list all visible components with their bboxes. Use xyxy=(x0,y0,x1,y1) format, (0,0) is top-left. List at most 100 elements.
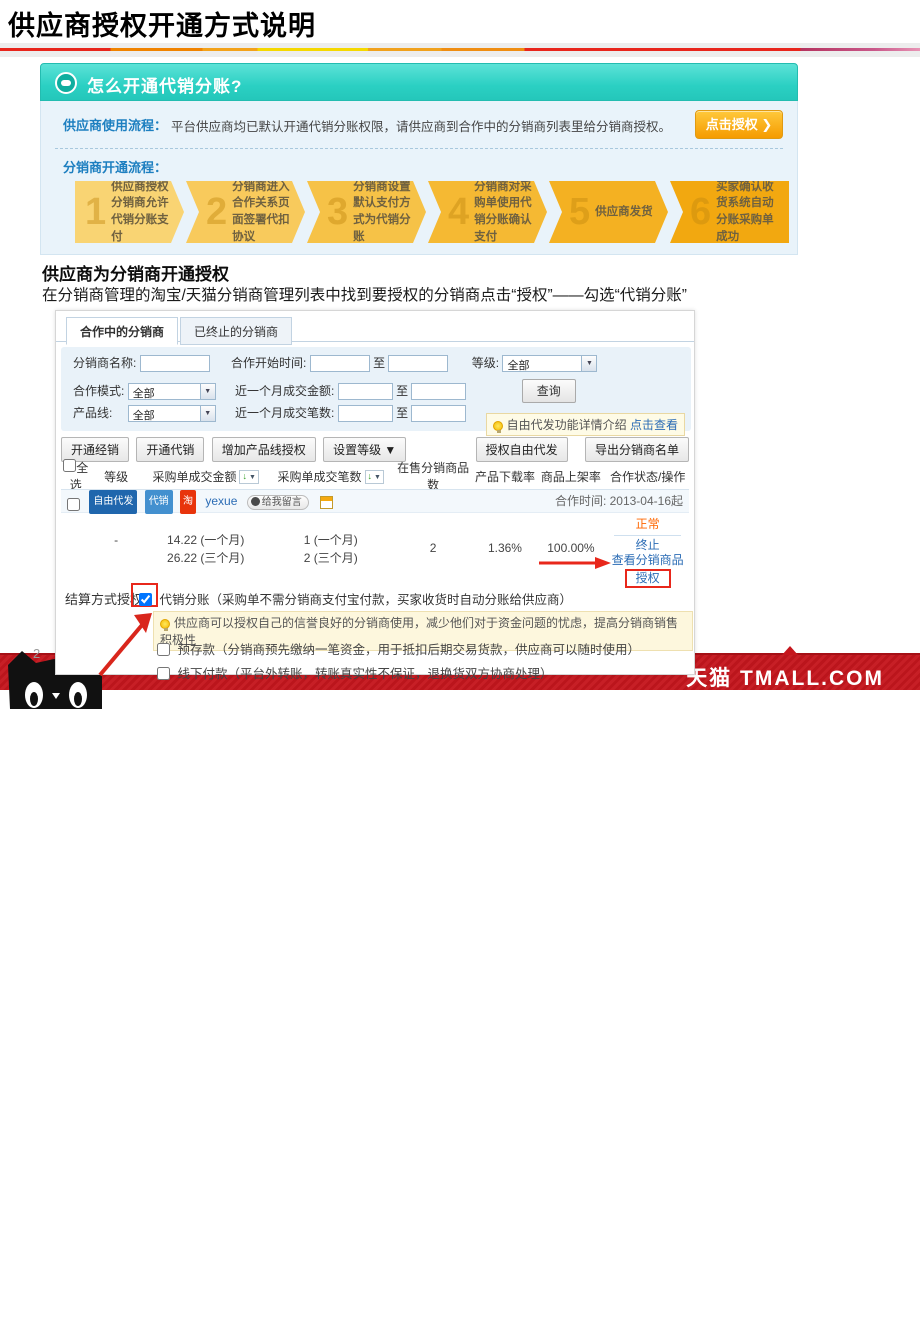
red-arrow-to-checkbox xyxy=(90,611,160,679)
month-count-from-input[interactable] xyxy=(338,405,393,422)
month-amount-label: 近一个月成交金额: xyxy=(235,384,334,398)
tmall-wordmark: 天猫 TMALL.COM xyxy=(686,662,884,692)
month-count-label: 近一个月成交笔数: xyxy=(235,406,334,420)
step-text: 供应商授权分销商允许代销分账支付 xyxy=(111,179,178,246)
cell-status-actions: 正常 终止 查看分销商品 授权 xyxy=(606,513,689,579)
slide-page-number: 2 xyxy=(33,646,40,661)
distributor-flow-label: 分销商开通流程： xyxy=(63,157,167,176)
title-divider xyxy=(0,43,920,57)
coop-start-label: 合作开始时间: xyxy=(231,356,306,370)
row-checkbox[interactable] xyxy=(67,498,80,511)
section-heading: 供应商为分销商开通授权 xyxy=(42,260,229,285)
help-banner: 怎么开通代销分账? xyxy=(40,63,798,101)
sort-count-control[interactable]: ↓▼ xyxy=(365,470,384,484)
tip-text: 自由代发功能详情介绍 xyxy=(507,418,627,432)
footer-notch xyxy=(782,646,798,655)
cell-count: 1 (一个月)2 (三个月) xyxy=(270,513,392,579)
stop-link[interactable]: 终止 xyxy=(606,538,689,553)
step-text: 买家确认收货系统自动分账采购单成功 xyxy=(716,179,783,246)
authorize-free-delivery-button[interactable]: 授权自由代发 xyxy=(476,437,568,462)
option-offline: 线下付款（平台外转账，转账真实性不保证，退换货双方协商处理） xyxy=(157,663,553,682)
table-header: 全选 等级 采购单成交金额↓▼ 采购单成交笔数↓▼ 在售分销商品数 产品下载率 … xyxy=(61,467,689,485)
coop-time-text: 合作时间: 2013-04-16起 xyxy=(555,490,683,512)
cell-amount: 14.22 (一个月)26.22 (三个月) xyxy=(142,513,270,579)
chat-bubble-icon xyxy=(55,72,77,94)
badge-taobao: 淘 xyxy=(180,490,196,514)
process-steps: 1供应商授权分销商允许代销分账支付 2分销商进入合作关系页面签署代扣协议 3分销… xyxy=(75,181,789,243)
header-count: 采购单成交笔数↓▼ xyxy=(270,468,392,485)
header-amount: 采购单成交金额↓▼ xyxy=(142,468,270,485)
coop-mode-select[interactable]: 全部▼ xyxy=(128,383,216,400)
step-2: 2分销商进入合作关系页面签署代扣协议 xyxy=(186,181,305,243)
badge-daixiao: 代销 xyxy=(145,490,173,514)
dashed-divider xyxy=(55,148,783,149)
export-distributor-list-button[interactable]: 导出分销商名单 xyxy=(585,437,689,462)
fenzhang-label: 代销分账（采购单不需分销商支付宝付款，买家收货时自动分账给供应商） xyxy=(159,593,572,607)
search-filter-panel: 分销商名称: 合作开始时间: 至 等级: 全部▼ 合作模式: 全部▼ 近一个月成… xyxy=(61,347,691,431)
tip-view-link[interactable]: 点击查看 xyxy=(630,418,678,432)
level-label: 等级: xyxy=(472,356,499,370)
bulb-icon xyxy=(160,619,170,629)
supplier-flow-text: 平台供应商均已默认开通代销分账权限，请供应商到合作中的分销商列表里给分销商授权。 xyxy=(171,116,671,135)
step-number: 3 xyxy=(327,193,348,231)
calendar-icon[interactable] xyxy=(320,496,333,509)
header-shelf-rate: 商品上架率 xyxy=(535,468,606,485)
cell-download-rate: 1.36% xyxy=(474,513,535,579)
authorize-link[interactable]: 授权 xyxy=(625,569,671,588)
table-toolbar: 开通经销 开通代销 增加产品线授权 设置等级 ▼ 授权自由代发 导出分销商名单 xyxy=(61,437,689,461)
click-authorize-button[interactable]: 点击授权 ❯ xyxy=(695,110,783,139)
coop-start-from-input[interactable] xyxy=(310,355,370,372)
step-5: 5供应商发货 xyxy=(549,181,668,243)
banner-title: 怎么开通代销分账? xyxy=(87,72,242,97)
month-amount-from-input[interactable] xyxy=(338,383,393,400)
header-on-sale: 在售分销商品数 xyxy=(392,459,475,493)
cell-on-sale: 2 xyxy=(392,513,475,579)
cell-shelf-rate: 100.00% xyxy=(535,513,606,579)
sort-amount-control[interactable]: ↓▼ xyxy=(239,470,258,484)
month-amount-to-input[interactable] xyxy=(411,383,466,400)
chevron-down-icon: ▼ xyxy=(200,406,215,421)
coop-mode-label: 合作模式: xyxy=(73,384,124,398)
chevron-down-icon: ▼ xyxy=(249,474,256,481)
fenzhang-checkbox[interactable] xyxy=(139,593,152,606)
deposit-label: 预存款（分销商预先缴纳一笔资金，用于抵扣后期交易货款，供应商可以随时使用） xyxy=(177,643,640,657)
step-4: 4分销商对采购单使用代销分账确认支付 xyxy=(428,181,547,243)
step-1: 1供应商授权分销商允许代销分账支付 xyxy=(75,181,184,243)
page-title: 供应商授权开通方式说明 xyxy=(8,4,316,43)
slide-page-number-faint: 5 xyxy=(839,1317,846,1331)
step-3: 3分销商设置默认支付方式为代销分账 xyxy=(307,181,426,243)
step-number: 4 xyxy=(448,193,469,231)
to-label-2: 至 xyxy=(396,384,408,398)
bulb-icon xyxy=(493,421,503,431)
step-text: 分销商进入合作关系页面签署代扣协议 xyxy=(232,179,299,246)
level-select[interactable]: 全部▼ xyxy=(502,355,597,372)
flow-panel: 供应商使用流程： 平台供应商均已默认开通代销分账权限，请供应商到合作中的分销商列… xyxy=(40,101,798,255)
sort-desc-icon: ↓ xyxy=(368,471,373,481)
tab-bar: 合作中的分销商已终止的分销商 xyxy=(66,317,294,342)
chevron-down-icon: ▼ xyxy=(581,356,596,371)
query-button[interactable]: 查询 xyxy=(522,379,576,403)
product-line-label: 产品线: xyxy=(73,406,112,420)
tab-active-distributors[interactable]: 合作中的分销商 xyxy=(66,317,178,345)
message-me-button[interactable]: 给我留言 xyxy=(247,495,309,510)
tab-terminated-distributors[interactable]: 已终止的分销商 xyxy=(180,317,292,345)
distributor-name-input[interactable] xyxy=(140,355,210,372)
cell-level: - xyxy=(91,513,142,579)
add-product-line-button[interactable]: 增加产品线授权 xyxy=(212,437,316,462)
open-daixiao-button[interactable]: 开通代销 xyxy=(136,437,204,462)
distributor-name-link[interactable]: yexue xyxy=(205,494,237,508)
section-description: 在分销商管理的淘宝/天猫分销商管理列表中找到要授权的分销商点击“授权”——勾选“… xyxy=(42,283,687,305)
step-number: 2 xyxy=(206,193,227,231)
option-fenzhang: 代销分账（采购单不需分销商支付宝付款，买家收货时自动分账给供应商） xyxy=(139,589,572,608)
select-all-checkbox[interactable] xyxy=(63,459,76,472)
distributor-name-label: 分销商名称: xyxy=(73,356,136,370)
step-number: 1 xyxy=(85,193,106,231)
product-line-select[interactable]: 全部▼ xyxy=(128,405,216,422)
distributor-group-row: 自由代发 代销 淘 yexue 给我留言 合作时间: 2013-04-16起 xyxy=(61,489,689,513)
status-badge: 正常 xyxy=(636,517,660,531)
coop-start-to-input[interactable] xyxy=(388,355,448,372)
offline-label: 线下付款（平台外转账，转账真实性不保证，退换货双方协商处理） xyxy=(177,667,552,681)
month-count-to-input[interactable] xyxy=(411,405,466,422)
header-status-actions: 合作状态/操作 xyxy=(606,468,689,485)
view-products-link[interactable]: 查看分销商品 xyxy=(606,553,689,568)
